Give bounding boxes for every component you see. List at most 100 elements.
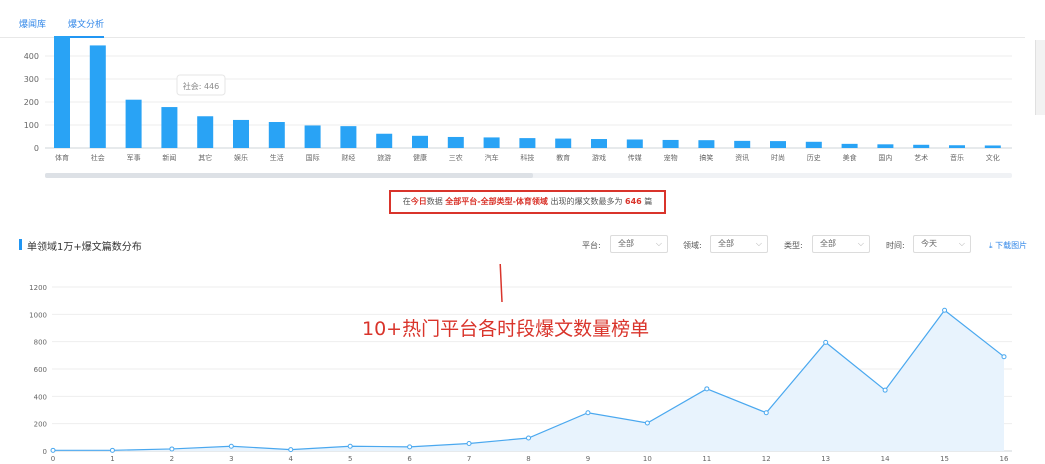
bar[interactable] [519,138,536,148]
x-tick-label: 11 [702,455,711,463]
chevron-down-icon: ⌵ [958,239,965,248]
data-point[interactable] [169,446,175,452]
y-tick-label: 0 [43,448,47,456]
platform-select[interactable]: 全部 ⌵ [610,235,668,253]
x-tick-label: 科技 [520,153,534,162]
bar[interactable] [805,141,822,148]
notice-count: 646 [625,197,642,206]
bar[interactable] [770,141,786,148]
bar[interactable] [197,116,214,148]
domain-select-value: 全部 [718,239,734,248]
bar[interactable] [376,133,393,148]
chevron-down-icon: ⌵ [755,239,762,248]
data-point[interactable] [526,435,531,441]
bar[interactable] [412,135,428,148]
x-tick-label: 资讯 [735,153,749,162]
tab-hot-article-analysis[interactable]: 爆文分析 [68,17,104,30]
x-tick-label: 8 [526,455,530,463]
y-tick-label: 300 [24,75,39,84]
download-image-link[interactable]: ⤓ 下载图片 [989,240,1027,251]
bar[interactable] [304,125,321,148]
data-point[interactable] [50,447,56,453]
bar[interactable] [447,136,464,148]
data-point[interactable] [763,410,769,416]
notice-mid: 数据 [426,197,443,206]
section-title-text: 单领域1万+爆文篇数分布 [27,242,142,253]
x-tick-label: 健康 [413,153,427,162]
x-tick-label: 14 [881,455,890,463]
x-tick-label: 汽车 [485,153,499,162]
tooltip-text: 社会: 446 [183,81,220,91]
y-tick-label: 100 [24,121,39,130]
data-point[interactable] [407,444,413,450]
x-tick-label: 新闻 [162,153,176,162]
bar[interactable] [591,139,607,148]
bar[interactable] [161,107,178,148]
bar[interactable] [89,45,106,148]
bar[interactable] [734,140,751,148]
data-point[interactable] [466,440,472,446]
data-point[interactable] [823,339,829,345]
data-point[interactable] [942,307,948,313]
domain-select[interactable]: 全部 ⌵ [710,235,768,253]
bar[interactable] [626,139,643,148]
x-tick-label: 搞笑 [699,153,713,162]
bar[interactable] [483,137,500,148]
notice-suffix: 篇 [644,197,653,206]
time-select-value: 今天 [921,239,937,248]
data-point[interactable] [1001,354,1007,360]
notice-filter: 全部平台-全部类型-体育领域 [445,197,548,206]
bar-chart: 0 100 200 300 400 体育 社会 军事 新闻 其它 娱乐 生活 国际 财经 旅游 健康 三农 汽车… [24,36,1012,178]
data-point[interactable] [882,387,888,393]
section-title-accent [19,239,22,250]
data-point[interactable] [109,447,115,453]
data-point[interactable] [644,420,650,426]
data-point[interactable] [704,386,710,392]
x-tick-label: 娱乐 [234,153,248,162]
x-tick-label: 16 [1000,455,1009,463]
bar[interactable] [54,36,70,148]
y-tick-label: 0 [34,144,39,153]
x-tick-label: 游戏 [592,153,606,162]
x-tick-label: 6 [407,455,412,463]
data-point[interactable] [228,443,234,449]
bar[interactable] [340,126,357,148]
domain-filter-label: 领域: [683,241,702,250]
bar[interactable] [125,99,142,148]
x-tick-label: 体育 [55,153,69,162]
bar[interactable] [984,145,1001,148]
x-tick-label: 15 [940,455,949,463]
x-tick-label: 其它 [198,153,212,162]
x-tick-label: 3 [229,455,233,463]
notice-mid2: 出现的爆文数最多为 [550,197,623,206]
x-tick-label: 军事 [127,153,141,162]
bar[interactable] [555,138,572,148]
notice-today: 今日 [410,197,427,206]
bar[interactable] [662,139,679,148]
data-point[interactable] [347,443,353,449]
data-point[interactable] [288,447,294,453]
x-tick-label: 艺术 [914,153,928,162]
bar[interactable] [233,119,249,148]
bar[interactable] [949,145,965,148]
time-select[interactable]: 今天 ⌵ [913,235,971,253]
data-point[interactable] [585,410,591,416]
type-select[interactable]: 全部 ⌵ [812,235,870,253]
bar[interactable] [268,122,285,148]
x-tick-label: 宠物 [664,153,678,162]
bar[interactable] [698,140,715,148]
bar[interactable] [841,143,858,148]
bar[interactable] [877,144,894,148]
page: 爆闻库 爆文分析 0 100 200 300 400 体育 社会 军事 新闻 其它 娱乐 生活 国际财… [0,0,1045,464]
y-tick-label: 400 [24,52,39,61]
type-select-value: 全部 [820,239,836,248]
bar[interactable] [913,144,930,148]
x-tick-label: 财经 [341,153,355,162]
x-tick-label: 国内 [878,153,892,162]
x-tick-label: 美食 [843,153,857,162]
horizontal-scrollbar-thumb[interactable] [45,173,533,178]
tab-hot-article-library[interactable]: 爆闻库 [19,17,46,30]
y-tick-label: 200 [24,98,39,107]
y-tick-label: 600 [34,366,47,374]
section-title: 单领域1万+爆文篇数分布 [19,238,142,253]
